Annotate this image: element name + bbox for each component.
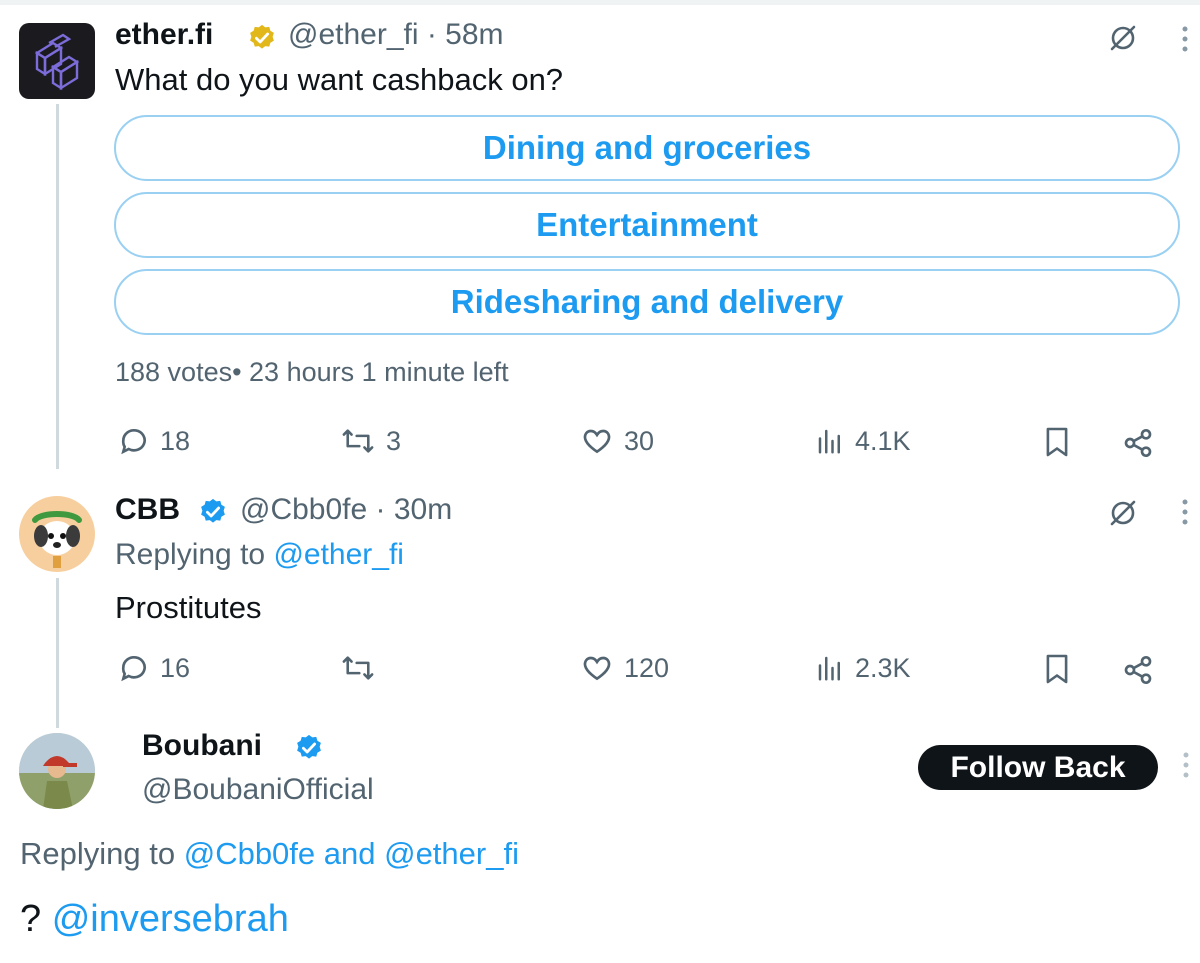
- repost-icon: [342, 429, 374, 453]
- painted-figure-avatar-icon: [19, 733, 95, 809]
- poll-meta: 188 votes• 23 hours 1 minute left: [115, 357, 509, 387]
- bar-chart-icon: [818, 656, 840, 681]
- poll-option-entertainment[interactable]: Entertainment: [114, 192, 1180, 258]
- heart-icon: [583, 429, 611, 454]
- repost-button[interactable]: 3: [340, 425, 401, 457]
- mention-link[interactable]: @inversebrah: [52, 898, 289, 940]
- share-icon[interactable]: [1120, 652, 1156, 688]
- dog-avatar-icon: [32, 511, 82, 568]
- tweet-text: What do you want cashback on?: [115, 62, 564, 97]
- bookmark-icon[interactable]: [1040, 652, 1074, 686]
- bar-chart-icon: [818, 429, 840, 454]
- repost-button[interactable]: [340, 652, 386, 684]
- avatar-ether-fi[interactable]: [19, 23, 95, 99]
- like-count: 120: [624, 652, 670, 683]
- grok-slash-icon[interactable]: [1105, 495, 1141, 531]
- bookmark-icon[interactable]: [1040, 425, 1074, 459]
- grok-slash-icon[interactable]: [1105, 20, 1141, 56]
- top-divider: [0, 0, 1200, 5]
- replying-handle-link[interactable]: @ether_fi: [273, 538, 404, 571]
- replying-prefix: Replying to: [115, 538, 266, 571]
- more-vertical-icon[interactable]: [1170, 495, 1200, 529]
- replying-to: Replying to @ether_fi: [115, 538, 404, 572]
- avatar-cbb[interactable]: [19, 496, 95, 572]
- reply-count: 18: [160, 425, 191, 456]
- reply-button[interactable]: 18: [118, 425, 190, 457]
- replying-prefix: Replying to: [20, 836, 176, 871]
- reply-button[interactable]: 16: [118, 652, 190, 684]
- author-handle-time: @Cbb0fe · 30m: [240, 493, 453, 526]
- share-icon[interactable]: [1120, 425, 1156, 461]
- poll-option-dining[interactable]: Dining and groceries: [114, 115, 1180, 181]
- views-count: 4.1K: [855, 425, 911, 456]
- tweet-text: ? @inversebrah: [20, 898, 289, 941]
- more-vertical-icon[interactable]: [1172, 748, 1200, 782]
- tweet-text-prefix: ?: [20, 898, 42, 940]
- replying-to: Replying to @Cbb0fe and @ether_fi: [20, 836, 519, 872]
- repost-icon: [342, 656, 374, 680]
- author-name[interactable]: ether.fi: [115, 18, 213, 52]
- author-handle: @BoubaniOfficial: [142, 773, 374, 806]
- comment-icon: [121, 429, 146, 455]
- views-button[interactable]: 4.1K: [815, 425, 911, 457]
- like-button[interactable]: 120: [580, 652, 669, 684]
- author-name[interactable]: CBB: [115, 493, 180, 527]
- author-name[interactable]: Boubani: [142, 729, 262, 763]
- thread-line: [56, 104, 59, 469]
- heart-icon: [583, 656, 611, 681]
- more-vertical-icon[interactable]: [1170, 22, 1200, 56]
- verified-blue-badge-icon: [297, 734, 321, 759]
- verified-blue-badge-icon: [201, 498, 225, 523]
- views-count: 2.3K: [855, 652, 911, 683]
- views-button[interactable]: 2.3K: [815, 652, 911, 684]
- poll-option-ridesharing[interactable]: Ridesharing and delivery: [114, 269, 1180, 335]
- verified-gold-badge-icon: [250, 24, 274, 49]
- replying-handles-link[interactable]: @Cbb0fe and @ether_fi: [184, 836, 519, 871]
- tweet-text: Prostitutes: [115, 590, 262, 625]
- thread-line: [56, 578, 59, 728]
- reply-count: 16: [160, 652, 191, 683]
- like-button[interactable]: 30: [580, 425, 654, 457]
- comment-icon: [121, 656, 146, 682]
- ether-fi-logo-icon: [34, 33, 80, 91]
- avatar-boubani[interactable]: [19, 733, 95, 809]
- follow-back-button[interactable]: Follow Back: [918, 745, 1158, 790]
- repost-count: 3: [386, 425, 402, 456]
- like-count: 30: [624, 425, 655, 456]
- author-handle-time: @ether_fi · 58m: [288, 18, 504, 51]
